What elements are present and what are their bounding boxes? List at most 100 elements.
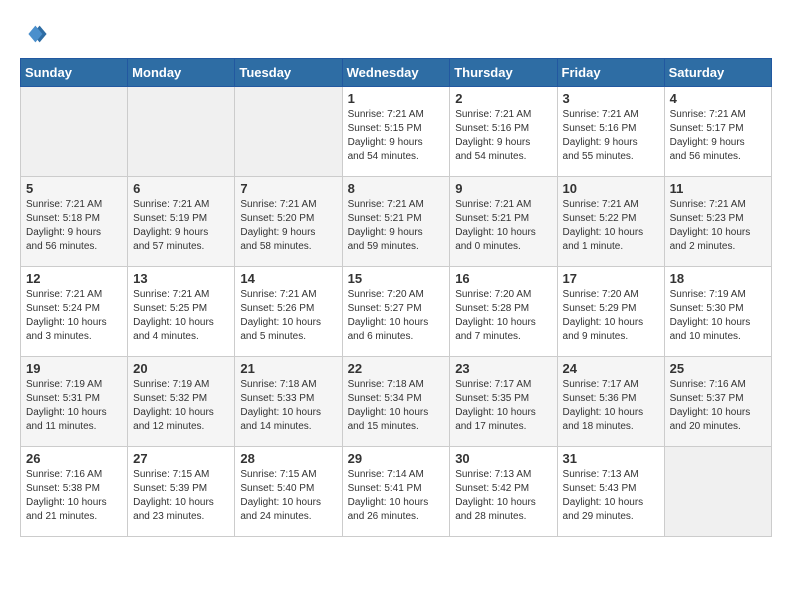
day-info: Sunrise: 7:18 AM Sunset: 5:34 PM Dayligh…: [348, 378, 445, 434]
day-info: Sunrise: 7:13 AM Sunset: 5:43 PM Dayligh…: [563, 468, 659, 524]
day-number: 12: [26, 271, 122, 286]
day-info: Sunrise: 7:19 AM Sunset: 5:31 PM Dayligh…: [26, 378, 122, 434]
day-info: Sunrise: 7:21 AM Sunset: 5:18 PM Dayligh…: [26, 198, 122, 254]
day-cell-5: 5Sunrise: 7:21 AM Sunset: 5:18 PM Daylig…: [21, 177, 128, 267]
day-number: 1: [348, 91, 445, 106]
day-info: Sunrise: 7:13 AM Sunset: 5:42 PM Dayligh…: [455, 468, 551, 524]
day-cell-26: 26 Sunrise: 7:16 AM Sunset: 5:38 PM Dayli…: [21, 447, 128, 537]
day-info: Sunrise: 7:19 AM Sunset: 5:30 PM Dayligh…: [670, 288, 766, 344]
day-number: 27: [133, 451, 229, 466]
day-number: 7: [240, 181, 336, 196]
day-number: 31: [563, 451, 659, 466]
weekday-header-tuesday: Tuesday: [235, 59, 342, 87]
day-cell-25: 25Sunrise: 7:16 AM Sunset: 5:37 PM Dayli…: [664, 357, 771, 447]
day-number: 8: [348, 181, 445, 196]
day-cell-19: 19 Sunrise: 7:19 AM Sunset: 5:31 PM Dayli…: [21, 357, 128, 447]
day-number: 15: [348, 271, 445, 286]
day-info: Sunrise: 7:21 AM Sunset: 5:26 PM Dayligh…: [240, 288, 336, 344]
day-cell-1: 1 Sunrise: 7:21 AM Sunset: 5:15 PM Daylig…: [342, 87, 450, 177]
day-cell-4: 4 Sunrise: 7:21 AM Sunset: 5:17 PM Daylig…: [664, 87, 771, 177]
day-info: Sunrise: 7:20 AM Sunset: 5:28 PM Dayligh…: [455, 288, 551, 344]
day-cell-15: 15Sunrise: 7:20 AM Sunset: 5:27 PM Dayli…: [342, 267, 450, 357]
day-number: 23: [455, 361, 551, 376]
weekday-header-wednesday: Wednesday: [342, 59, 450, 87]
day-cell-22: 22 Sunrise: 7:18 AM Sunset: 5:34 PM Dayli…: [342, 357, 450, 447]
day-info: Sunrise: 7:14 AM Sunset: 5:41 PM Dayligh…: [348, 468, 445, 524]
day-cell-6: 6Sunrise: 7:21 AM Sunset: 5:19 PM Daylig…: [128, 177, 235, 267]
logo-icon: [20, 20, 48, 48]
day-cell-10: 10 Sunrise: 7:21 AM Sunset: 5:22 PM Dayli…: [557, 177, 664, 267]
day-info: Sunrise: 7:16 AM Sunset: 5:38 PM Dayligh…: [26, 468, 122, 524]
day-info: Sunrise: 7:21 AM Sunset: 5:22 PM Dayligh…: [563, 198, 659, 254]
day-cell-30: 30 Sunrise: 7:13 AM Sunset: 5:42 PM Dayli…: [450, 447, 557, 537]
day-info: Sunrise: 7:21 AM Sunset: 5:16 PM Dayligh…: [455, 108, 551, 164]
day-info: Sunrise: 7:21 AM Sunset: 5:15 PM Dayligh…: [348, 108, 445, 164]
day-info: Sunrise: 7:15 AM Sunset: 5:40 PM Dayligh…: [240, 468, 336, 524]
empty-cell: [21, 87, 128, 177]
day-info: Sunrise: 7:21 AM Sunset: 5:21 PM Dayligh…: [455, 198, 551, 254]
day-info: Sunrise: 7:17 AM Sunset: 5:36 PM Dayligh…: [563, 378, 659, 434]
day-cell-17: 17 Sunrise: 7:20 AM Sunset: 5:29 PM Dayli…: [557, 267, 664, 357]
weekday-header-monday: Monday: [128, 59, 235, 87]
day-cell-9: 9 Sunrise: 7:21 AM Sunset: 5:21 PM Daylig…: [450, 177, 557, 267]
day-cell-13: 13Sunrise: 7:21 AM Sunset: 5:25 PM Dayli…: [128, 267, 235, 357]
day-number: 6: [133, 181, 229, 196]
day-number: 30: [455, 451, 551, 466]
day-cell-29: 29 Sunrise: 7:14 AM Sunset: 5:41 PM Dayli…: [342, 447, 450, 537]
day-number: 10: [563, 181, 659, 196]
day-number: 17: [563, 271, 659, 286]
empty-cell: [664, 447, 771, 537]
day-number: 9: [455, 181, 551, 196]
day-info: Sunrise: 7:19 AM Sunset: 5:32 PM Dayligh…: [133, 378, 229, 434]
week-row-4: 26 Sunrise: 7:16 AM Sunset: 5:38 PM Dayli…: [21, 447, 772, 537]
day-cell-16: 16 Sunrise: 7:20 AM Sunset: 5:28 PM Dayli…: [450, 267, 557, 357]
day-number: 18: [670, 271, 766, 286]
day-number: 16: [455, 271, 551, 286]
day-info: Sunrise: 7:21 AM Sunset: 5:17 PM Dayligh…: [670, 108, 766, 164]
day-info: Sunrise: 7:17 AM Sunset: 5:35 PM Dayligh…: [455, 378, 551, 434]
day-info: Sunrise: 7:15 AM Sunset: 5:39 PM Dayligh…: [133, 468, 229, 524]
day-cell-21: 21 Sunrise: 7:18 AM Sunset: 5:33 PM Dayli…: [235, 357, 342, 447]
week-row-3: 19 Sunrise: 7:19 AM Sunset: 5:31 PM Dayli…: [21, 357, 772, 447]
day-cell-14: 14 Sunrise: 7:21 AM Sunset: 5:26 PM Dayli…: [235, 267, 342, 357]
day-cell-23: 23 Sunrise: 7:17 AM Sunset: 5:35 PM Dayli…: [450, 357, 557, 447]
weekday-header-row: SundayMondayTuesdayWednesdayThursdayFrid…: [21, 59, 772, 87]
day-number: 26: [26, 451, 122, 466]
logo: [20, 20, 54, 48]
day-number: 24: [563, 361, 659, 376]
weekday-header-sunday: Sunday: [21, 59, 128, 87]
day-number: 11: [670, 181, 766, 196]
week-row-2: 12 Sunrise: 7:21 AM Sunset: 5:24 PM Dayli…: [21, 267, 772, 357]
day-cell-2: 2 Sunrise: 7:21 AM Sunset: 5:16 PM Daylig…: [450, 87, 557, 177]
day-info: Sunrise: 7:21 AM Sunset: 5:23 PM Dayligh…: [670, 198, 766, 254]
weekday-header-thursday: Thursday: [450, 59, 557, 87]
day-cell-18: 18 Sunrise: 7:19 AM Sunset: 5:30 PM Dayli…: [664, 267, 771, 357]
day-number: 19: [26, 361, 122, 376]
day-number: 22: [348, 361, 445, 376]
empty-cell: [235, 87, 342, 177]
day-number: 2: [455, 91, 551, 106]
day-cell-27: 27 Sunrise: 7:15 AM Sunset: 5:39 PM Dayli…: [128, 447, 235, 537]
calendar-table: SundayMondayTuesdayWednesdayThursdayFrid…: [20, 58, 772, 537]
day-info: Sunrise: 7:21 AM Sunset: 5:24 PM Dayligh…: [26, 288, 122, 344]
empty-cell: [128, 87, 235, 177]
day-number: 4: [670, 91, 766, 106]
day-cell-24: 24 Sunrise: 7:17 AM Sunset: 5:36 PM Dayli…: [557, 357, 664, 447]
day-info: Sunrise: 7:18 AM Sunset: 5:33 PM Dayligh…: [240, 378, 336, 434]
day-cell-7: 7 Sunrise: 7:21 AM Sunset: 5:20 PM Daylig…: [235, 177, 342, 267]
day-number: 20: [133, 361, 229, 376]
day-cell-20: 20 Sunrise: 7:19 AM Sunset: 5:32 PM Dayli…: [128, 357, 235, 447]
week-row-1: 5Sunrise: 7:21 AM Sunset: 5:18 PM Daylig…: [21, 177, 772, 267]
day-number: 25: [670, 361, 766, 376]
day-number: 29: [348, 451, 445, 466]
day-number: 21: [240, 361, 336, 376]
day-cell-3: 3Sunrise: 7:21 AM Sunset: 5:16 PM Daylig…: [557, 87, 664, 177]
day-number: 28: [240, 451, 336, 466]
page-header: [20, 20, 772, 48]
day-number: 13: [133, 271, 229, 286]
day-info: Sunrise: 7:21 AM Sunset: 5:20 PM Dayligh…: [240, 198, 336, 254]
day-info: Sunrise: 7:20 AM Sunset: 5:29 PM Dayligh…: [563, 288, 659, 344]
day-info: Sunrise: 7:21 AM Sunset: 5:16 PM Dayligh…: [563, 108, 659, 164]
day-cell-31: 31 Sunrise: 7:13 AM Sunset: 5:43 PM Dayli…: [557, 447, 664, 537]
day-number: 14: [240, 271, 336, 286]
